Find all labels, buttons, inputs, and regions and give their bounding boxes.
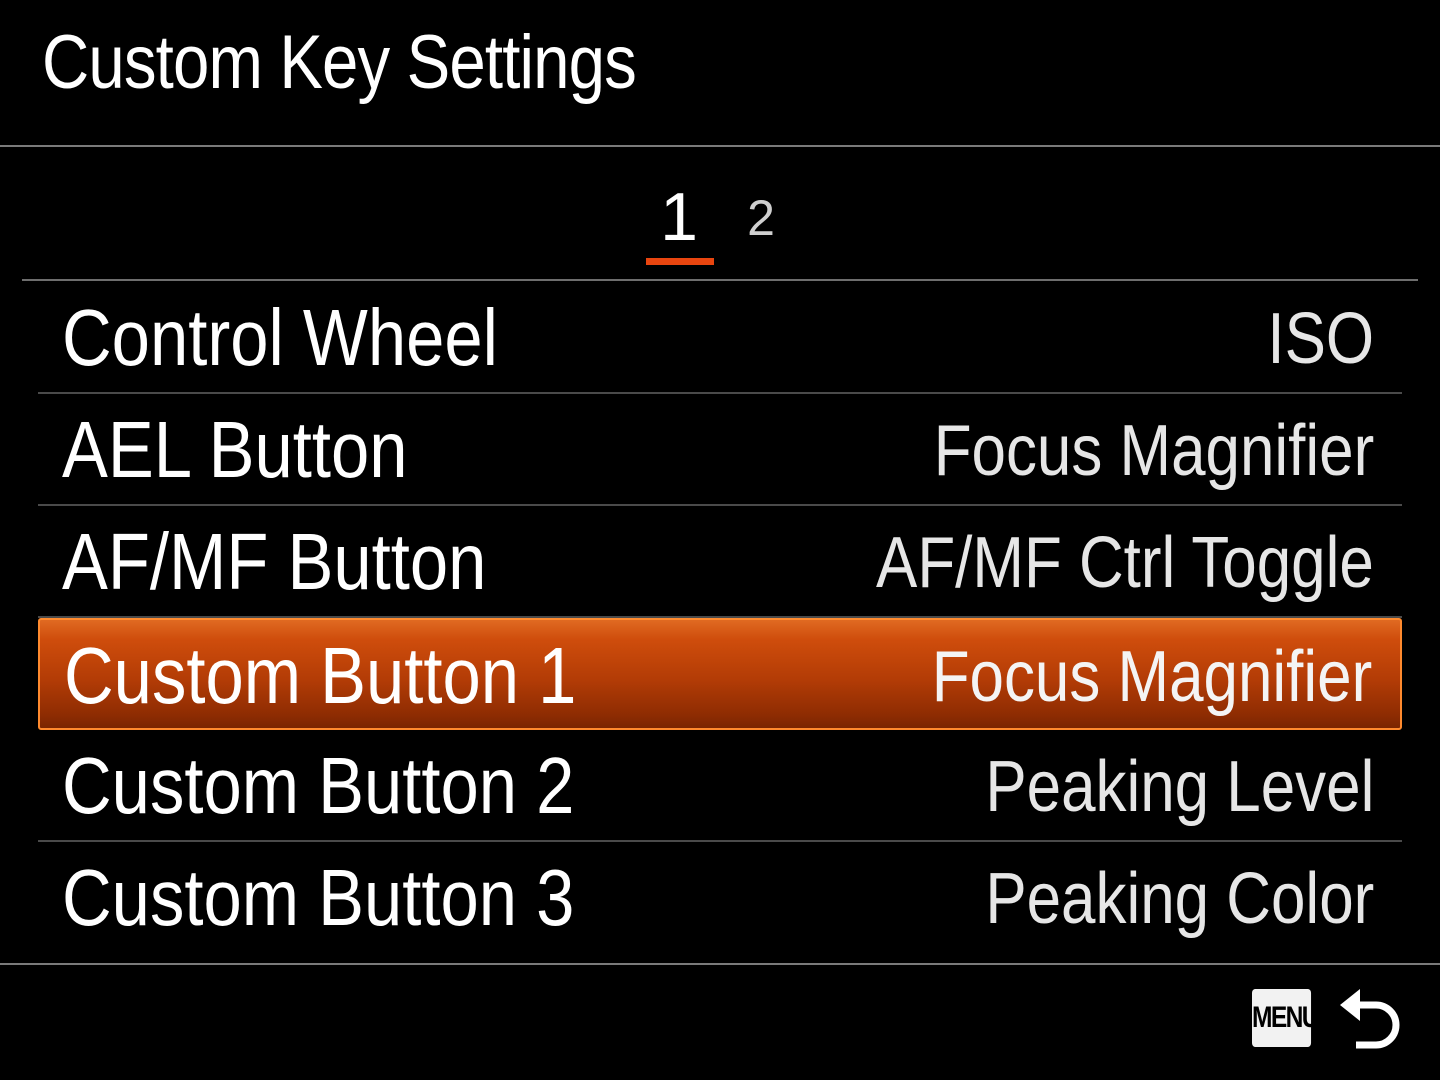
menu-item-value: Focus Magnifier <box>931 637 1372 717</box>
menu-item-af-mf-button[interactable]: AF/MF Button AF/MF Ctrl Toggle <box>38 506 1402 618</box>
return-arrow-icon[interactable] <box>1338 983 1400 1055</box>
active-page-indicator <box>646 258 714 265</box>
page-tabs: 1 2 <box>0 150 1440 278</box>
menu-item-value: Peaking Level <box>984 747 1374 827</box>
menu-key-icon[interactable]: MENU <box>1252 989 1320 1047</box>
page-tab-2[interactable]: 2 <box>736 190 786 246</box>
menu-item-custom-button-3[interactable]: Custom Button 3 Peaking Color <box>38 842 1402 954</box>
menu-item-ael-button[interactable]: AEL Button Focus Magnifier <box>38 394 1402 506</box>
settings-list: Control Wheel ISO AEL Button Focus Magni… <box>38 282 1402 954</box>
page-title: Custom Key Settings <box>42 20 637 105</box>
page-tab-1[interactable]: 1 <box>644 179 714 265</box>
menu-item-custom-button-1[interactable]: Custom Button 1 Focus Magnifier <box>38 618 1402 730</box>
title-divider <box>0 145 1440 147</box>
menu-item-value: Peaking Color <box>985 859 1374 939</box>
footer-bar: MENU <box>0 965 1440 1080</box>
menu-item-label: Custom Button 3 <box>62 853 575 942</box>
menu-item-label: Control Wheel <box>62 293 498 382</box>
menu-item-value: AF/MF Ctrl Toggle <box>876 523 1374 603</box>
menu-item-label: Custom Button 1 <box>64 631 577 720</box>
pager-divider <box>22 279 1418 281</box>
page-tab-2-label: 2 <box>747 190 775 246</box>
menu-item-label: AF/MF Button <box>62 517 487 606</box>
page-tab-1-label: 1 <box>660 179 698 255</box>
menu-item-custom-button-2[interactable]: Custom Button 2 Peaking Level <box>38 730 1402 842</box>
menu-item-label: Custom Button 2 <box>62 741 575 830</box>
menu-item-label: AEL Button <box>62 405 408 494</box>
menu-item-value: ISO <box>1267 299 1374 379</box>
title-bar: Custom Key Settings <box>0 0 1440 146</box>
menu-item-value: Focus Magnifier <box>933 411 1374 491</box>
menu-item-control-wheel[interactable]: Control Wheel ISO <box>38 282 1402 394</box>
